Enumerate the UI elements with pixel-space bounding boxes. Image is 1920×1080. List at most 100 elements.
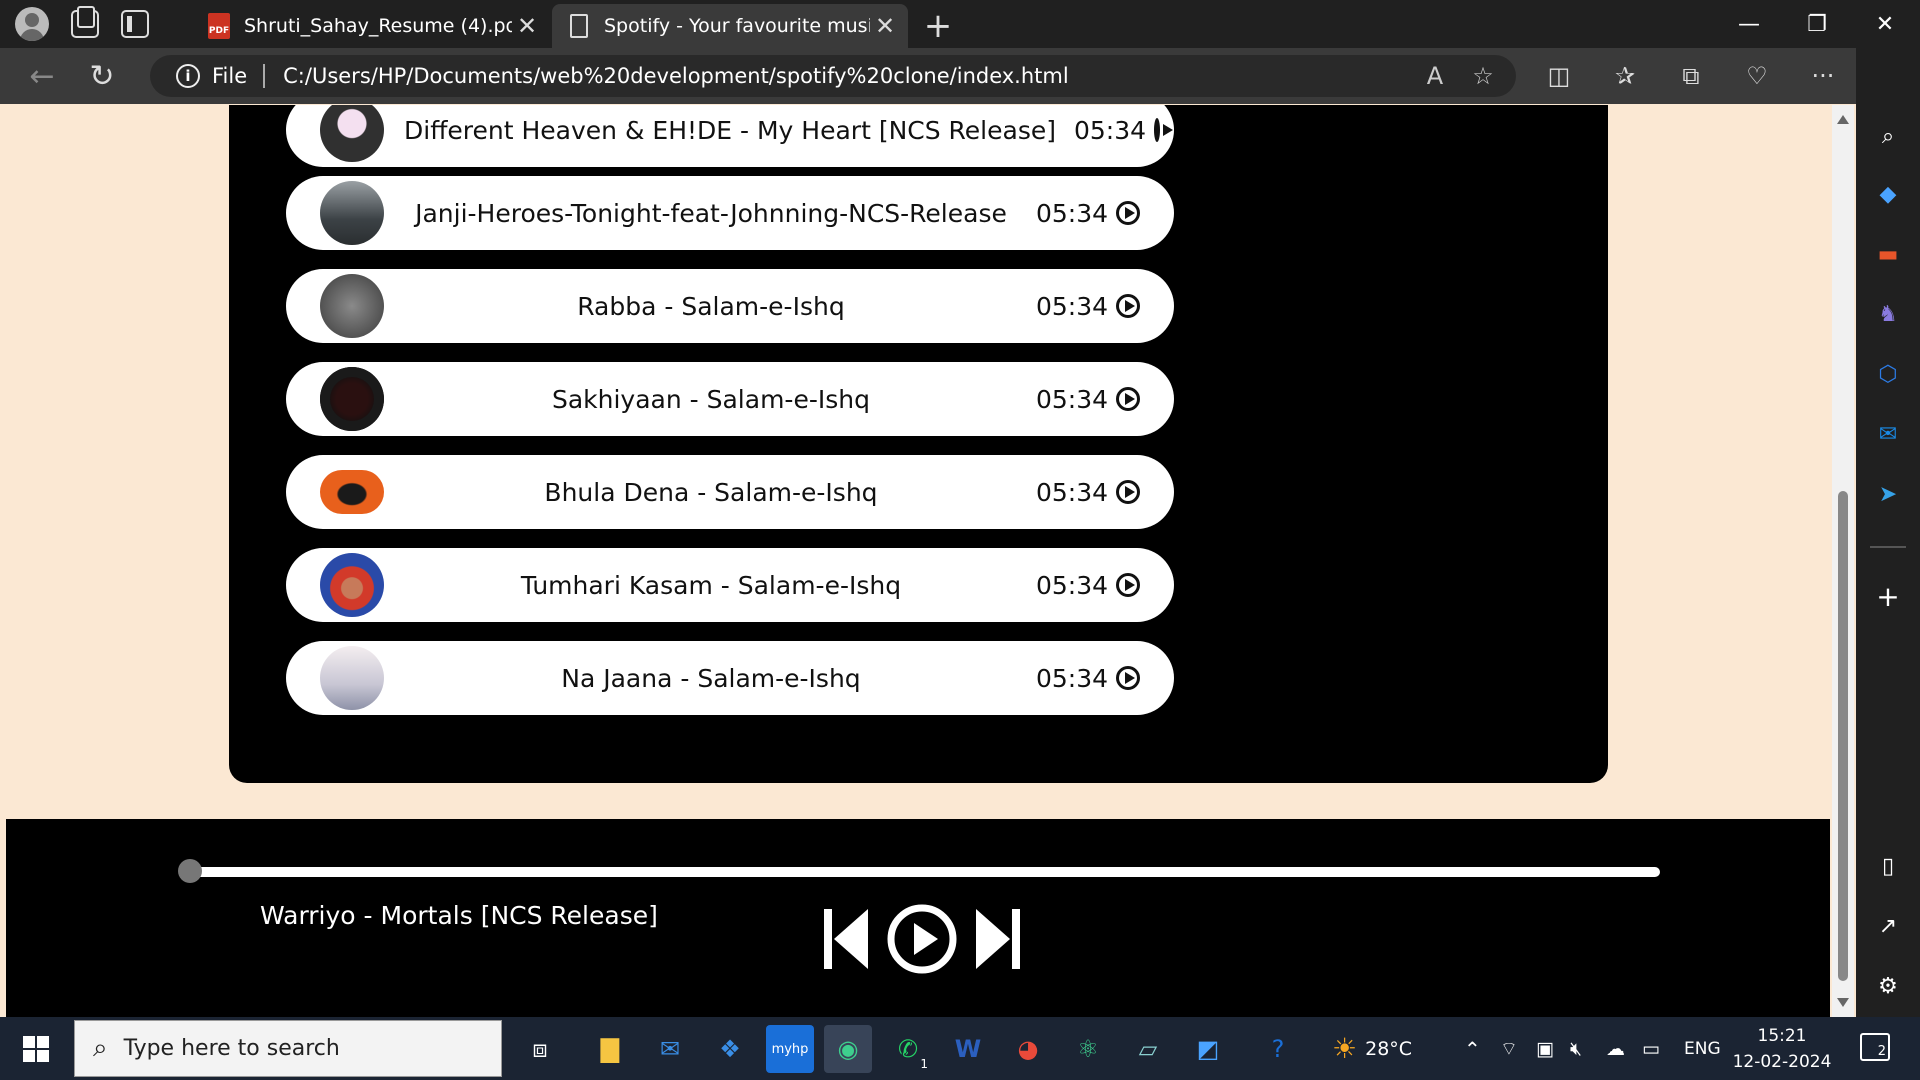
song-item[interactable]: Bhula Dena - Salam-e-Ishq 05:34 [286,455,1174,529]
divider [263,64,266,88]
language-indicator[interactable]: ENG [1684,1017,1721,1080]
tab-resume-pdf[interactable]: PDF Shruti_Sahay_Resume (4).pdf ✕ [190,4,550,48]
page-scrollbar[interactable] [1832,105,1854,1017]
progress-bar[interactable] [184,867,1660,877]
split-screen-icon[interactable]: ◫ [1530,48,1588,104]
myhp-icon[interactable]: myhp [766,1025,814,1073]
taskbar-clock[interactable]: 15:21 12-02-2024 [1730,1023,1834,1075]
add-icon[interactable]: + [1870,578,1906,614]
address-bar[interactable]: i File C:/Users/HP/Documents/web%20devel… [150,55,1516,97]
task-view-icon[interactable]: ⧈ [516,1025,564,1073]
back-arrow-icon[interactable]: ← [12,48,72,104]
scroll-up-icon[interactable] [1837,115,1849,124]
word-icon[interactable]: W [944,1025,992,1073]
notepad-icon[interactable]: ▱ [1124,1025,1172,1073]
mail-icon[interactable]: ✉ [646,1025,694,1073]
favorites-icon[interactable]: ✰ [1596,48,1654,104]
info-icon[interactable]: i [176,64,200,88]
next-track-icon[interactable] [972,903,1024,975]
meet-now-icon[interactable]: ▣ [1536,1017,1554,1080]
song-title: Sakhiyaan - Salam-e-Ishq [551,384,870,414]
song-item[interactable]: Tumhari Kasam - Salam-e-Ishq 05:34 [286,548,1174,622]
play-circle-icon[interactable] [1116,480,1140,504]
previous-track-icon[interactable] [820,903,872,975]
taskbar-search-input[interactable]: ⌕ Type here to search [74,1020,502,1077]
refresh-icon[interactable]: ↻ [72,48,132,104]
song-title: Rabba - Salam-e-Ishq [577,291,845,321]
tab-bar: PDF Shruti_Sahay_Resume (4).pdf ✕ Spotif… [0,0,1920,48]
help-icon[interactable]: ? [1254,1025,1302,1073]
song-duration: 05:34 [1035,570,1108,600]
play-circle-icon[interactable] [1154,118,1174,142]
windows-start-icon[interactable] [0,1017,72,1080]
photos-icon[interactable]: ◩ [1184,1025,1232,1073]
browser-essentials-icon[interactable]: ♡ [1728,48,1786,104]
song-cover-image [320,105,384,162]
notification-center-icon[interactable]: 2 [1860,1033,1890,1061]
play-circle-icon[interactable] [1116,294,1140,318]
page-viewport: Different Heaven & EH!DE - My Heart [NCS… [6,105,1830,1017]
weather-widget[interactable]: ☀ 28°C [1332,1017,1412,1080]
song-item[interactable]: Na Jaana - Salam-e-Ishq 05:34 [286,641,1174,715]
minimize-icon[interactable]: — [1714,0,1784,48]
settings-gear-icon[interactable]: ⚙ [1870,968,1906,1004]
song-item[interactable]: Janji-Heroes-Tonight-feat-Johnning-NCS-R… [286,176,1174,250]
play-circle-icon[interactable] [1116,387,1140,411]
edge-browser-icon[interactable]: ◉ [824,1025,872,1073]
close-tab-icon[interactable]: ✕ [870,12,900,40]
play-icon[interactable] [886,903,958,975]
url-text[interactable]: C:/Users/HP/Documents/web%20development/… [283,64,1420,88]
wifi-icon[interactable]: ⌔ [1500,1017,1518,1080]
show-hidden-icons-icon[interactable]: ⌃ [1464,1017,1481,1080]
workspaces-icon[interactable] [71,6,99,38]
dropbox-icon[interactable]: ❖ [706,1025,754,1073]
hide-sidebar-icon[interactable]: ▯ [1870,848,1906,884]
tools-icon[interactable]: ▬ [1870,236,1906,272]
scroll-down-icon[interactable] [1837,998,1849,1007]
song-item[interactable]: Sakhiyaan - Salam-e-Ishq 05:34 [286,362,1174,436]
song-duration: 05:34 [1035,291,1108,321]
more-options-icon[interactable]: ··· [1794,48,1852,104]
whatsapp-icon[interactable]: ✆ 1 [884,1025,932,1073]
battery-icon[interactable]: ▭ [1642,1017,1660,1080]
restore-icon[interactable]: ❐ [1782,0,1852,48]
scrollbar-thumb[interactable] [1838,491,1848,981]
outlook-icon[interactable]: ✉ [1870,416,1906,452]
play-circle-icon[interactable] [1116,201,1140,225]
song-item[interactable]: Rabba - Salam-e-Ishq 05:34 [286,269,1174,343]
song-item[interactable]: Different Heaven & EH!DE - My Heart [NCS… [286,105,1174,167]
tab-spotify[interactable]: Spotify - Your favourite music is here ✕ [552,4,908,48]
url-scheme: File [212,64,248,88]
song-duration: 05:34 [1035,663,1108,693]
search-icon[interactable]: ⌕ [1870,118,1906,154]
chrome-icon[interactable]: ◕ [1004,1025,1052,1073]
file-explorer-icon[interactable]: ▇ [586,1025,634,1073]
games-icon[interactable]: ♞ [1870,296,1906,332]
shopping-tag-icon[interactable]: ◆ [1870,176,1906,212]
atom-icon[interactable]: ⚛ [1064,1025,1112,1073]
play-circle-icon[interactable] [1116,573,1140,597]
drop-icon[interactable]: ➤ [1870,476,1906,512]
microsoft-365-icon[interactable]: ⬡ [1870,356,1906,392]
clock-date: 12-02-2024 [1732,1052,1832,1072]
song-cover-image [320,553,384,617]
song-cover-image [320,646,384,710]
read-aloud-icon[interactable]: A [1420,62,1450,90]
close-window-icon[interactable]: ✕ [1850,0,1920,48]
song-title: Na Jaana - Salam-e-Ishq [561,663,861,693]
tab-actions-icon[interactable] [121,10,149,38]
onedrive-icon[interactable]: ☁ [1606,1017,1625,1080]
song-duration: 05:34 [1074,115,1147,145]
tab-title: Spotify - Your favourite music is here [604,15,870,37]
favorite-star-icon[interactable]: ☆ [1468,62,1498,90]
play-circle-icon[interactable] [1116,666,1140,690]
volume-muted-icon[interactable]: 🔇︎ [1570,1017,1582,1080]
progress-thumb[interactable] [178,859,202,883]
new-tab-icon[interactable]: + [918,6,958,46]
profile-avatar-icon[interactable] [15,7,49,41]
collections-icon[interactable]: ⧉ [1662,48,1720,104]
search-placeholder: Type here to search [123,1036,340,1061]
open-external-icon[interactable]: ↗ [1870,908,1906,944]
tab-title: Shruti_Sahay_Resume (4).pdf [244,15,512,37]
close-tab-icon[interactable]: ✕ [512,12,542,40]
